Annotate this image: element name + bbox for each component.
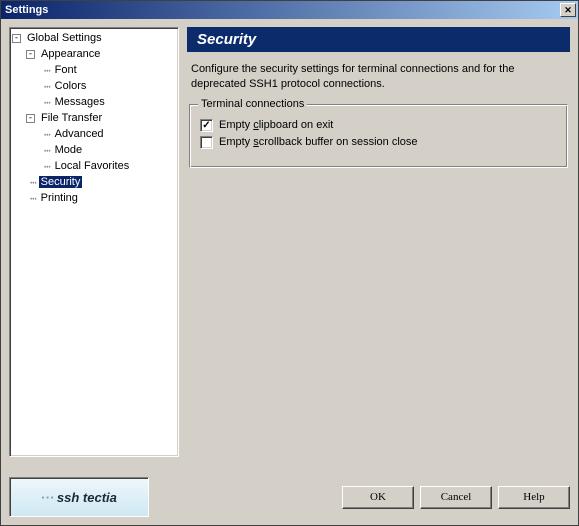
nav-tree[interactable]: - Global Settings - Appearance ⋯Font: [9, 27, 179, 457]
collapse-icon[interactable]: -: [12, 34, 21, 43]
tree-node-font[interactable]: ⋯Font: [12, 62, 176, 78]
tree-branch-icon: ⋯: [44, 64, 51, 77]
help-button[interactable]: Help: [498, 486, 570, 509]
tree-branch-icon: ⋯: [30, 176, 37, 189]
logo: ∙∙∙ ssh tectia: [9, 477, 149, 517]
tree-branch-icon: ⋯: [44, 144, 51, 157]
logo-dots-icon: ∙∙∙: [41, 490, 55, 505]
collapse-icon[interactable]: -: [26, 50, 35, 59]
titlebar: Settings ✕: [1, 1, 578, 19]
tree-branch-icon: ⋯: [44, 160, 51, 173]
content-area: - Global Settings - Appearance ⋯Font: [1, 19, 578, 471]
ok-button[interactable]: OK: [342, 486, 414, 509]
tree-node-mode[interactable]: ⋯Mode: [12, 142, 176, 158]
page-description: Configure the security settings for term…: [187, 52, 570, 104]
tree-node-advanced[interactable]: ⋯Advanced: [12, 126, 176, 142]
tree-node-file-transfer[interactable]: - File Transfer: [12, 110, 176, 126]
checkbox-label: Empty clipboard on exit: [219, 119, 333, 131]
checkbox-icon: [200, 119, 213, 132]
collapse-icon[interactable]: -: [26, 114, 35, 123]
page-title: Security: [187, 27, 570, 52]
tree-node-colors[interactable]: ⋯Colors: [12, 78, 176, 94]
footer: ∙∙∙ ssh tectia OK Cancel Help: [1, 471, 578, 525]
checkbox-label: Empty scrollback buffer on session close: [219, 136, 418, 148]
tree-node-local-favorites[interactable]: ⋯Local Favorites: [12, 158, 176, 174]
tree-branch-icon: ⋯: [44, 96, 51, 109]
settings-window: Settings ✕ - Global Settings -: [0, 0, 579, 526]
cancel-button[interactable]: Cancel: [420, 486, 492, 509]
main-panel: Security Configure the security settings…: [187, 27, 570, 457]
tree-node-appearance[interactable]: - Appearance: [12, 46, 176, 62]
close-button[interactable]: ✕: [560, 3, 576, 17]
empty-scrollback-checkbox[interactable]: Empty scrollback buffer on session close: [200, 136, 557, 149]
group-legend: Terminal connections: [198, 98, 307, 110]
tree-branch-icon: ⋯: [30, 192, 37, 205]
window-title: Settings: [3, 4, 560, 16]
checkbox-icon: [200, 136, 213, 149]
tree-node-messages[interactable]: ⋯Messages: [12, 94, 176, 110]
tree-node-security[interactable]: ⋯Security: [12, 174, 176, 190]
tree-branch-icon: ⋯: [44, 128, 51, 141]
empty-clipboard-checkbox[interactable]: Empty clipboard on exit: [200, 119, 557, 132]
tree-branch-icon: ⋯: [44, 80, 51, 93]
tree-node-printing[interactable]: ⋯Printing: [12, 190, 176, 206]
terminal-connections-group: Terminal connections Empty clipboard on …: [189, 104, 568, 168]
tree-node-global-settings[interactable]: - Global Settings: [12, 30, 176, 46]
